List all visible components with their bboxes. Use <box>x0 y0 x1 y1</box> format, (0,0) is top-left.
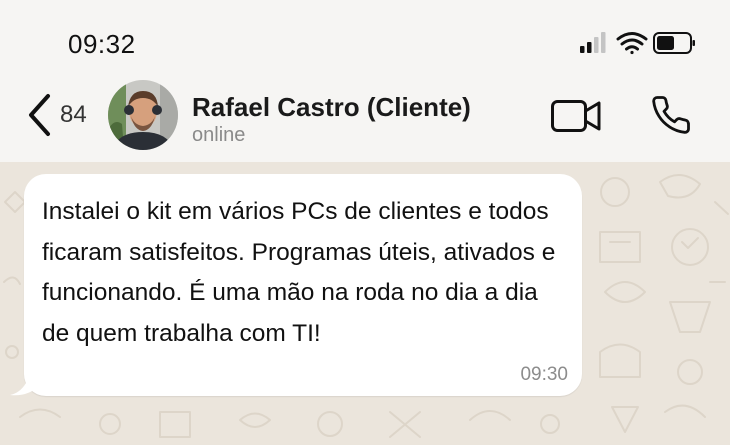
cellular-signal-icon <box>580 32 606 53</box>
chat-area[interactable]: Instalei o kit em vários PCs de clientes… <box>0 162 730 445</box>
video-call-button[interactable] <box>550 98 602 139</box>
video-camera-icon <box>551 100 601 132</box>
battery-icon <box>653 32 695 54</box>
voice-call-button[interactable] <box>650 94 692 141</box>
status-icons <box>580 31 696 55</box>
chat-header: 84 Rafael Castro (Cliente) online <box>0 70 730 162</box>
avatar[interactable] <box>108 80 178 150</box>
status-bar: 09:32 <box>0 0 730 70</box>
message-text: Instalei o kit em vários PCs de clientes… <box>42 198 556 347</box>
back-button[interactable]: 84 <box>26 92 87 138</box>
wifi-icon <box>616 32 648 55</box>
unread-count: 84 <box>60 101 87 128</box>
message-bubble[interactable]: Instalei o kit em vários PCs de clientes… <box>24 174 582 396</box>
contact-name[interactable]: Rafael Castro (Cliente) <box>192 92 471 123</box>
contact-status: online <box>192 124 246 146</box>
status-time: 09:32 <box>68 29 136 59</box>
phone-icon <box>652 96 690 134</box>
bubble-tail <box>10 383 40 396</box>
chevron-left-icon <box>29 94 50 136</box>
message-time: 09:30 <box>520 364 568 385</box>
